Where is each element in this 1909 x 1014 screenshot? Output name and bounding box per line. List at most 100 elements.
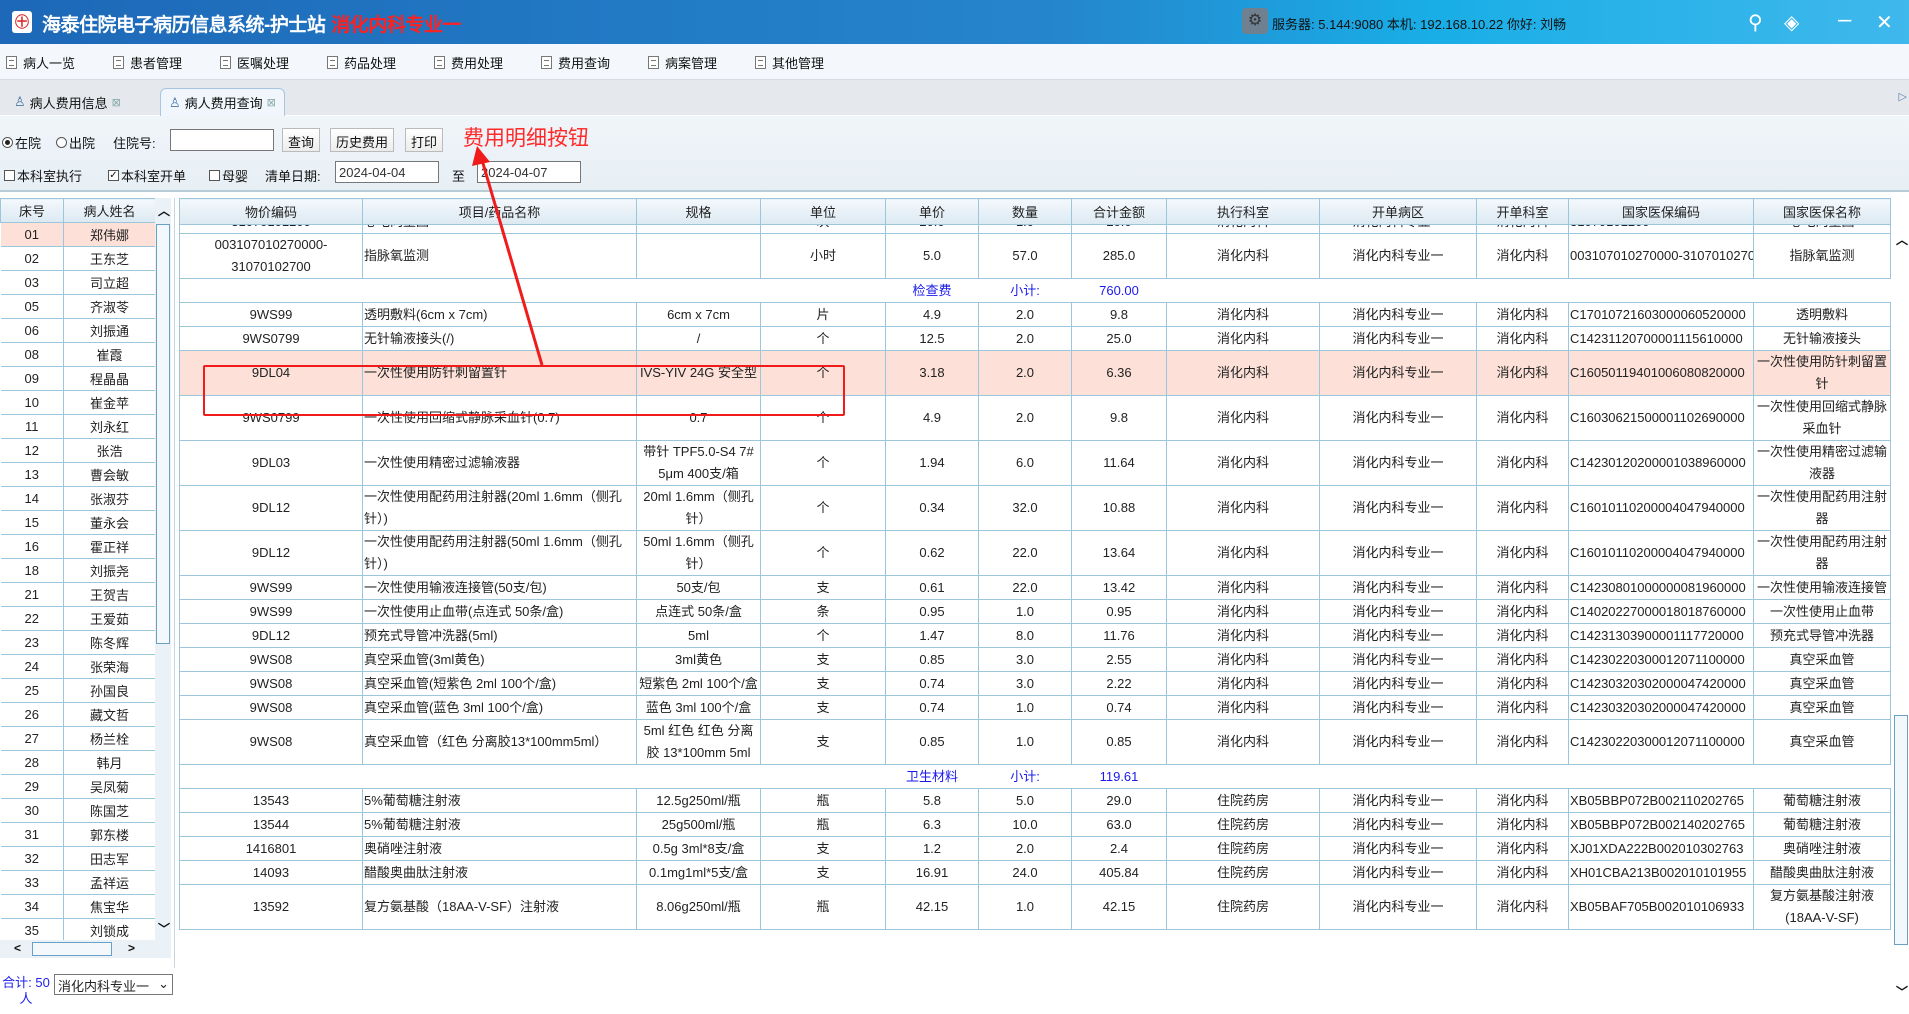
date-to-input[interactable] <box>477 161 581 183</box>
patient-row[interactable]: 09 程晶晶 <box>0 366 156 391</box>
radio-in-hospital[interactable]: 在院 <box>2 133 41 152</box>
patient-row[interactable]: 14 张淑芬 <box>0 486 156 511</box>
fee-row[interactable]: 9WS08 真空采血管(短紫色 2ml 100个/盒) 短紫色 2ml 100个/盒… <box>179 671 1891 696</box>
fee-row[interactable]: 9WS0799 无针输液接头(/) / 个 12.5 2.0 25.0 消化内科 消化内科专业一… <box>179 326 1891 351</box>
patient-row[interactable]: 28 韩月 <box>0 750 156 775</box>
menu-case-management[interactable]: 病案管理 <box>648 53 717 72</box>
col-price-code[interactable]: 物价编码 <box>179 198 363 225</box>
tab-patient-fee-info[interactable]: ♙ 病人费用信息 ⊠ <box>6 88 129 116</box>
fee-row[interactable]: 1416801 奥硝唑注射液 0.5g 3ml*8支/盒支 1.2 2.0 2.4 住院药房… <box>179 836 1891 861</box>
col-patient-name[interactable]: 病人姓名 <box>63 198 156 223</box>
fee-row[interactable]: 9WS08 真空采血管（红色 分离胶13*100mm5ml） 5ml 红色 红色 分… <box>179 719 1891 765</box>
fee-row[interactable]: 9WS99 一次性使用输液连接管(50支/包) 50支/包支 0.61 22.0 13.4… <box>179 575 1891 600</box>
patient-list-hscroll[interactable]: < > <box>0 940 171 958</box>
checkbox-dept-exec[interactable]: 本科室执行 <box>4 166 82 185</box>
patient-row[interactable]: 11 刘永红 <box>0 414 156 439</box>
fee-row[interactable]: 14093 醋酸奥曲肽注射液 0.1mg1ml*5支/盒支 16.91 24.0 405.… <box>179 860 1891 885</box>
patient-row[interactable]: 05 齐淑苓 <box>0 294 156 319</box>
col-exec-dept[interactable]: 执行科室 <box>1166 198 1320 225</box>
scroll-right-icon[interactable]: > <box>128 941 135 955</box>
date-from-input[interactable] <box>335 161 439 183</box>
fee-row[interactable]: 13544 5%葡萄糖注射液 25g500ml/瓶瓶 6.3 10.0 63.0 住院药房消… <box>179 812 1891 837</box>
patient-row[interactable]: 01 郑伟娜 <box>0 222 156 247</box>
patient-row[interactable]: 27 杨兰栓 <box>0 726 156 751</box>
scroll-thumb[interactable] <box>1894 715 1908 945</box>
tab-close-icon[interactable]: ⊠ <box>267 96 276 109</box>
patient-row[interactable]: 24 张荣海 <box>0 654 156 679</box>
fee-row[interactable]: 9WS99 透明敷料(6cm x 7cm) 6cm x 7cm 片 4.9 2.0 9.8 消… <box>179 302 1891 327</box>
scroll-down-icon[interactable]: ﹀ <box>1896 983 1908 1000</box>
patient-row[interactable]: 06 刘振通 <box>0 318 156 343</box>
patient-row[interactable]: 33 孟祥运 <box>0 870 156 895</box>
close-icon[interactable]: ✕ <box>1876 10 1893 35</box>
checkbox-mother-baby[interactable]: 母婴 <box>209 166 248 185</box>
print-button[interactable]: 打印 <box>405 128 444 152</box>
fee-row[interactable]: 9DL12 预充式导管冲洗器(5ml) 5ml 个 1.47 8.0 11.76 消化内科 消化… <box>179 623 1891 648</box>
scroll-up-icon[interactable]: ︿ <box>1896 231 1908 248</box>
fee-row[interactable]: 9WS08 真空采血管(3ml黄色) 3ml黄色支 0.85 3.0 2.55 消化内科 消化… <box>179 647 1891 672</box>
col-unit[interactable]: 单位 <box>760 198 886 225</box>
minimize-icon[interactable]: – <box>1838 6 1851 34</box>
scroll-down-icon[interactable]: ﹀ <box>158 920 170 937</box>
patient-row[interactable]: 26 藏文哲 <box>0 702 156 727</box>
layers-icon[interactable]: ◈ <box>1784 10 1799 35</box>
patient-row[interactable]: 30 陈国芝 <box>0 798 156 823</box>
patient-row[interactable]: 31 郭东楼 <box>0 822 156 847</box>
user-switch-icon[interactable]: ⚲ <box>1748 10 1763 35</box>
menu-patient-overview[interactable]: 病人一览 <box>6 53 75 72</box>
history-fee-button[interactable]: 历史费用 <box>330 128 395 152</box>
patient-row[interactable]: 23 陈冬辉 <box>0 630 156 655</box>
fee-row[interactable]: 13592 复方氨基酸（18AA-V-SF）注射液 8.06g250ml/瓶瓶 42.… <box>179 884 1891 930</box>
patient-row[interactable]: 12 张浩 <box>0 438 156 463</box>
col-insurance-code[interactable]: 国家医保编码 <box>1568 198 1754 225</box>
patient-row[interactable]: 32 田志军 <box>0 846 156 871</box>
col-bed-no[interactable]: 床号 <box>0 198 64 223</box>
patient-row[interactable]: 35 刘锁成 <box>0 918 156 943</box>
tab-patient-fee-query[interactable]: ♙ 病人费用查询 ⊠ <box>160 88 285 116</box>
col-item-name[interactable]: 项目/药品名称 <box>362 198 637 225</box>
scroll-up-icon[interactable]: ︿ <box>158 202 170 219</box>
fee-row[interactable]: 9DL03 一次性使用精密过滤输液器 带针 TPF5.0-S4 7# 5μm 400… <box>179 440 1891 486</box>
menu-drug-processing[interactable]: 药品处理 <box>327 53 396 72</box>
patient-row[interactable]: 21 王贺吉 <box>0 582 156 607</box>
fee-row[interactable]: 9WS99 一次性使用止血带(点连式 50条/盒) 点连式 50条/盒条 0.95 1.… <box>179 599 1891 624</box>
patient-row[interactable]: 10 崔金苹 <box>0 390 156 415</box>
fee-row[interactable]: 9DL12 一次性使用配药用注射器(50ml 1.6mm（侧孔针）) 50ml 1.… <box>179 530 1891 576</box>
patient-row[interactable]: 34 焦宝华 <box>0 894 156 919</box>
scroll-thumb[interactable] <box>32 942 112 956</box>
patient-row[interactable]: 15 董永会 <box>0 510 156 535</box>
menu-patient-management[interactable]: 患者管理 <box>113 53 182 72</box>
menu-fee-query[interactable]: 费用查询 <box>541 53 610 72</box>
patient-row[interactable]: 18 刘振尧 <box>0 558 156 583</box>
col-spec[interactable]: 规格 <box>636 198 761 225</box>
col-order-ward[interactable]: 开单病区 <box>1319 198 1477 225</box>
patient-row[interactable]: 29 吴凤菊 <box>0 774 156 799</box>
patient-row[interactable]: 02 王东芝 <box>0 246 156 271</box>
patient-row[interactable]: 08 崔霞 <box>0 342 156 367</box>
tab-close-icon[interactable]: ⊠ <box>112 96 121 109</box>
fee-row[interactable]: 003107010270000-31070102700 指脉氧监测 小时 5.0 57.… <box>179 233 1891 279</box>
scroll-thumb[interactable] <box>156 224 170 644</box>
fee-row[interactable]: 9DL12 一次性使用配药用注射器(20ml 1.6mm（侧孔针）) 20ml 1.… <box>179 485 1891 531</box>
checkbox-dept-order[interactable]: ✓ 本科室开单 <box>108 166 186 185</box>
tab-scroll-right-icon[interactable]: ▷ <box>1899 90 1907 103</box>
radio-discharged[interactable]: 出院 <box>56 133 95 152</box>
fee-row[interactable]: 9WS08 真空采血管(蓝色 3ml 100个/盒) 蓝色 3ml 100个/盒支 0… <box>179 695 1891 720</box>
fee-table-vscroll[interactable]: ︿ ﹀ <box>1893 225 1909 1014</box>
admission-no-input[interactable] <box>170 129 274 151</box>
patient-row[interactable]: 13 曹会敏 <box>0 462 156 487</box>
patient-list-vscroll[interactable]: ︿ ﹀ <box>155 198 171 940</box>
patient-row[interactable]: 03 司立超 <box>0 270 156 295</box>
menu-order-processing[interactable]: 医嘱处理 <box>220 53 289 72</box>
query-button[interactable]: 查询 <box>282 128 321 152</box>
col-quantity[interactable]: 数量 <box>978 198 1072 225</box>
patient-row[interactable]: 16 霍正祥 <box>0 534 156 559</box>
ward-select[interactable]: 消化内科专业一 ⌄ <box>54 974 173 995</box>
patient-row[interactable]: 25 孙国良 <box>0 678 156 703</box>
menu-other-management[interactable]: 其他管理 <box>755 53 824 72</box>
scroll-left-icon[interactable]: < <box>14 941 21 955</box>
fee-row[interactable]: 13543 5%葡萄糖注射液 12.5g250ml/瓶瓶 5.8 5.0 29.0 住院药房… <box>179 788 1891 813</box>
patient-row[interactable]: 22 王爱茹 <box>0 606 156 631</box>
col-order-dept[interactable]: 开单科室 <box>1476 198 1569 225</box>
menu-fee-processing[interactable]: 费用处理 <box>434 53 503 72</box>
